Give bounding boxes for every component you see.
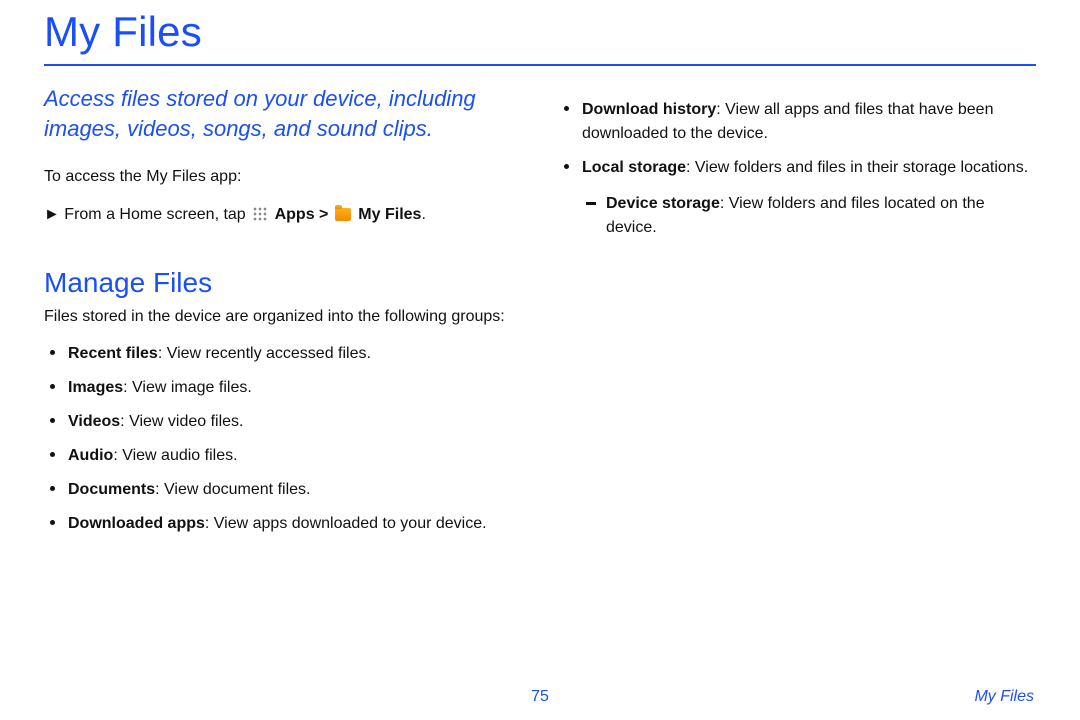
list-item: Videos: View video files. xyxy=(44,410,522,434)
list-item: Download history: View all apps and file… xyxy=(558,98,1036,146)
folder-icon xyxy=(335,208,351,221)
term: Download history xyxy=(582,101,716,118)
myfiles-label: My Files xyxy=(358,206,421,223)
desc: : View image files. xyxy=(123,379,252,396)
groups-list-right: Download history: View all apps and file… xyxy=(558,98,1036,240)
groups-lead: Files stored in the device are organized… xyxy=(44,305,522,328)
apps-grid-icon xyxy=(253,207,267,221)
document-page: My Files Access files stored on your dev… xyxy=(0,0,1080,720)
left-column: Access files stored on your device, incl… xyxy=(44,84,522,546)
access-step: ► From a Home screen, tap Apps > My File… xyxy=(44,203,522,227)
list-item: Local storage: View folders and files in… xyxy=(558,156,1036,240)
section-heading: Manage Files xyxy=(44,267,522,299)
step-prefix: From a Home screen, tap xyxy=(64,206,250,223)
desc: : View folders and files in their storag… xyxy=(686,159,1028,176)
apps-label: Apps xyxy=(275,206,315,223)
list-item: Documents: View document files. xyxy=(44,478,522,502)
title-rule xyxy=(44,64,1036,66)
step-period: . xyxy=(421,206,425,223)
sub-list-item: Device storage: View folders and files l… xyxy=(582,192,1036,240)
list-item: Recent files: View recently accessed fil… xyxy=(44,342,522,366)
page-footer: 75 My Files xyxy=(0,688,1080,706)
sub-list: Device storage: View folders and files l… xyxy=(582,192,1036,240)
term: Downloaded apps xyxy=(68,515,205,532)
term: Audio xyxy=(68,447,113,464)
desc: : View document files. xyxy=(155,481,310,498)
term: Images xyxy=(68,379,123,396)
list-item: Images: View image files. xyxy=(44,376,522,400)
groups-list-left: Recent files: View recently accessed fil… xyxy=(44,342,522,536)
term: Device storage xyxy=(606,195,720,212)
right-column: Download history: View all apps and file… xyxy=(558,84,1036,546)
footer-section: My Files xyxy=(974,688,1034,706)
desc: : View audio files. xyxy=(113,447,237,464)
desc: : View apps downloaded to your device. xyxy=(205,515,487,532)
term: Documents xyxy=(68,481,155,498)
list-item: Downloaded apps: View apps downloaded to… xyxy=(44,512,522,536)
intro-text: Access files stored on your device, incl… xyxy=(44,84,522,143)
list-item: Audio: View audio files. xyxy=(44,444,522,468)
desc: : View video files. xyxy=(120,413,243,430)
desc: : View recently accessed files. xyxy=(158,345,371,362)
page-title: My Files xyxy=(44,0,1036,62)
access-lead: To access the My Files app: xyxy=(44,165,522,188)
content-columns: Access files stored on your device, incl… xyxy=(44,84,1036,546)
term: Videos xyxy=(68,413,120,430)
page-number: 75 xyxy=(531,688,549,706)
term: Recent files xyxy=(68,345,158,362)
step-arrow-icon: ► xyxy=(44,206,60,223)
step-separator: > xyxy=(319,206,333,223)
term: Local storage xyxy=(582,159,686,176)
